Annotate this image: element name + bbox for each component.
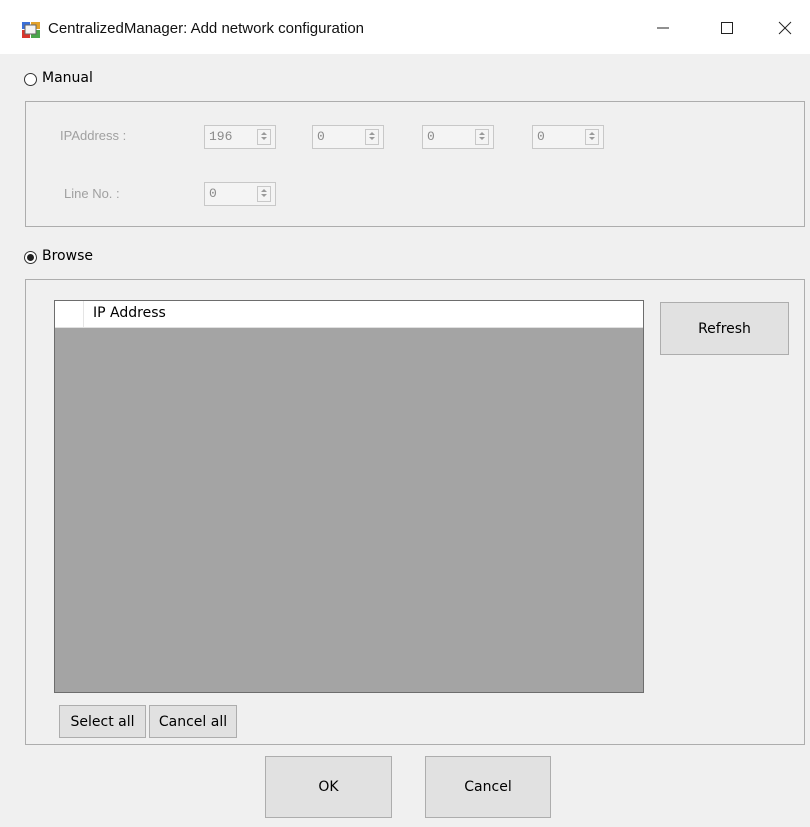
select-all-button[interactable]: Select all <box>59 705 146 738</box>
spin-arrows-icon[interactable] <box>365 129 379 145</box>
manual-radio[interactable] <box>24 73 37 86</box>
minimize-icon <box>657 27 669 29</box>
close-button[interactable] <box>762 8 808 48</box>
ip-octet-3-value: 0 <box>427 129 435 144</box>
spin-arrows-icon[interactable] <box>585 129 599 145</box>
browse-radio[interactable] <box>24 251 37 264</box>
manual-group: IPAddress : 196 0 0 0 Line No. : 0 <box>25 101 805 227</box>
ip-octet-3-input[interactable]: 0 <box>422 125 494 149</box>
close-icon <box>778 21 792 35</box>
spin-arrows-icon[interactable] <box>257 186 271 202</box>
cancel-button[interactable]: Cancel <box>425 756 551 818</box>
app-icon <box>22 22 40 38</box>
ok-button[interactable]: OK <box>265 756 392 818</box>
window-title: CentralizedManager: Add network configur… <box>48 20 365 37</box>
maximize-button[interactable] <box>704 8 750 48</box>
line-no-value: 0 <box>209 186 217 201</box>
list-check-column[interactable] <box>55 301 84 327</box>
title-bar: CentralizedManager: Add network configur… <box>0 0 810 54</box>
ip-octet-2-input[interactable]: 0 <box>312 125 384 149</box>
ip-octet-4-value: 0 <box>537 129 545 144</box>
line-no-label: Line No. : <box>64 186 120 201</box>
manual-radio-label[interactable]: Manual <box>42 70 93 86</box>
refresh-button[interactable]: Refresh <box>660 302 789 355</box>
cancel-all-button[interactable]: Cancel all <box>149 705 237 738</box>
list-header: IP Address <box>55 301 643 328</box>
ip-address-label: IPAddress : <box>60 128 127 143</box>
spin-arrows-icon[interactable] <box>257 129 271 145</box>
spin-arrows-icon[interactable] <box>475 129 489 145</box>
minimize-button[interactable] <box>640 8 686 48</box>
ip-octet-2-value: 0 <box>317 129 325 144</box>
ip-octet-1-value: 196 <box>209 129 233 144</box>
ip-octet-4-input[interactable]: 0 <box>532 125 604 149</box>
ip-address-column-header[interactable]: IP Address <box>93 305 166 321</box>
ip-address-list[interactable]: IP Address <box>54 300 644 693</box>
browse-radio-label[interactable]: Browse <box>42 248 93 264</box>
ip-octet-1-input[interactable]: 196 <box>204 125 276 149</box>
maximize-icon <box>721 22 733 34</box>
line-no-input[interactable]: 0 <box>204 182 276 206</box>
